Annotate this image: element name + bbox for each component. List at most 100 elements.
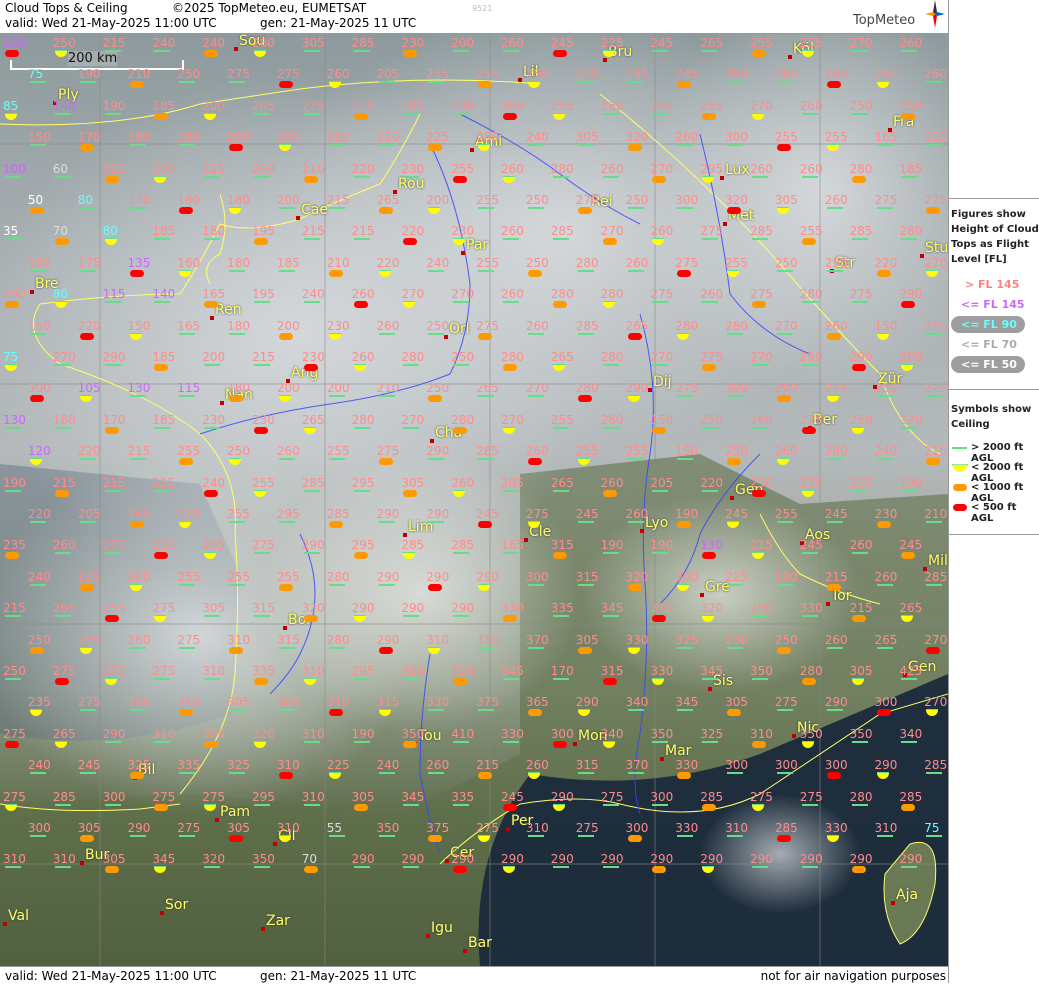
cloud-top-value: 80 (52, 287, 69, 302)
ceiling-symbol (428, 521, 445, 523)
ceiling-symbol (602, 489, 617, 497)
cloud-top-value: 310 (725, 821, 748, 835)
city-marker (444, 335, 448, 339)
city-marker (403, 533, 407, 537)
cloud-top-value: 235 (426, 67, 450, 82)
cloud-top-value: 290 (849, 852, 873, 867)
ceiling-symbol (652, 426, 667, 434)
cloud-top-value: 270 (750, 98, 773, 113)
city-label: Dij (653, 374, 672, 390)
cloud-top-value: 350 (750, 664, 773, 678)
ceiling-symbol (752, 615, 768, 618)
cloud-top-value: 260 (799, 161, 823, 176)
topmeteo-logo[interactable]: TopMeteo (853, 13, 915, 28)
ceiling-symbol (328, 269, 343, 277)
ceiling-symbol (851, 489, 868, 492)
ceiling-symbol (303, 301, 320, 304)
cloud-top-value: 220 (899, 412, 923, 427)
ceiling-symbol (129, 144, 146, 147)
cloud-top-value: 150 (127, 318, 151, 333)
cloud-top-value: 240 (152, 36, 176, 50)
ceiling-symbol (229, 583, 246, 586)
cloud-top-value: 310 (650, 601, 674, 616)
ceiling-symbol (901, 552, 916, 560)
ceiling-symbol (79, 458, 96, 461)
cloud-top-value: 260 (650, 224, 674, 239)
ceiling-symbol (79, 583, 94, 591)
cloud-top-value: 275 (924, 381, 948, 396)
cloud-top-value: 305 (351, 789, 375, 804)
cloud-top-value: 300 (824, 758, 848, 773)
ceiling-symbol (229, 835, 244, 842)
ceiling-symbol (278, 772, 293, 780)
ceiling-symbol (204, 866, 221, 869)
cloud-top-value: 305 (575, 130, 599, 145)
ceiling-symbol (229, 709, 246, 712)
cloud-top-value: 50 (27, 193, 44, 207)
cloud-top-value: 315 (575, 569, 599, 584)
cloud-top-value: 250 (426, 318, 450, 333)
ceiling-symbol (503, 112, 517, 120)
ceiling-symbol (104, 112, 121, 115)
cloud-top-value: 370 (525, 632, 549, 647)
cloud-top-value: 240 (525, 130, 549, 145)
ceiling-symbol (29, 583, 46, 586)
ceiling-symbol (577, 332, 594, 335)
ceiling-symbol (677, 646, 694, 649)
ceiling-symbol (752, 301, 766, 309)
cloud-top-value: 285 (476, 444, 499, 459)
city-label: Cae (301, 202, 328, 218)
city-marker (296, 216, 300, 220)
ceiling-symbol (278, 458, 295, 461)
cloud-top-value: 245 (650, 36, 674, 50)
cloud-top-value: 265 (52, 601, 76, 616)
ceiling-symbol (627, 81, 644, 84)
cloud-top-value: 325 (700, 726, 724, 741)
ceiling-symbol (79, 772, 96, 775)
cloud-top-value: 275 (376, 444, 400, 459)
cloud-top-value: 315 (276, 632, 300, 647)
cloud-top-value: 170 (127, 193, 151, 207)
cloud-top-value: 200 (276, 381, 300, 396)
ceiling-symbol (577, 144, 594, 147)
city-marker (573, 742, 577, 746)
ceiling-symbol (79, 521, 96, 523)
ceiling-symbol (627, 521, 644, 523)
cloud-top-value: 280 (849, 161, 873, 176)
ceiling-symbol (851, 301, 868, 304)
ceiling-symbol (478, 458, 495, 461)
ceiling-symbol (5, 301, 19, 309)
cloud-top-value: 150 (27, 318, 51, 333)
ceiling-symbol (104, 615, 119, 623)
ceiling-symbol (353, 552, 368, 560)
cloud-top-value: 260 (351, 350, 375, 364)
cloud-top-value: 245 (899, 538, 923, 553)
city-label: Par (466, 237, 489, 253)
ceiling-symbol (54, 364, 71, 366)
ceiling-below-500: < 500 ft AGL (971, 502, 1017, 524)
cloud-top-value: 165 (874, 130, 898, 145)
ceiling-symbol (378, 521, 395, 523)
cloud-top-value: 275 (799, 412, 823, 427)
cloud-top-value: 260 (600, 412, 624, 427)
cloud-top-value: 195 (252, 287, 275, 302)
ceiling-symbol (104, 301, 121, 304)
ceiling-symbol (254, 175, 270, 178)
cloud-top-value: 275 (650, 287, 674, 302)
satellite-map[interactable]: 200 km Sou Lil Bru Köl Ply Ami Fra Lux Rou Cae Rei… (0, 34, 948, 966)
cloud-top-value: 190 (102, 98, 126, 113)
cloud-top-value: 210 (127, 67, 151, 82)
ceiling-below-1000: < 1000 ft AGL (971, 482, 1024, 504)
cloud-top-value: 250 (750, 475, 773, 490)
cloud-top-value: 195 (252, 224, 275, 239)
cloud-top-value: 185 (276, 255, 300, 270)
cloud-top-value: 285 (401, 538, 425, 553)
legend-fl-90: <= FL 90 (961, 318, 1017, 331)
cloud-top-value: 235 (625, 67, 649, 82)
cloud-top-value: 175 (77, 255, 101, 270)
ceiling-symbol (602, 426, 619, 429)
cloud-top-value: 250 (27, 632, 51, 647)
cloud-top-value: 190 (600, 538, 624, 553)
cloud-top-value: 205 (376, 67, 400, 82)
cloud-top-value: 265 (376, 193, 400, 207)
